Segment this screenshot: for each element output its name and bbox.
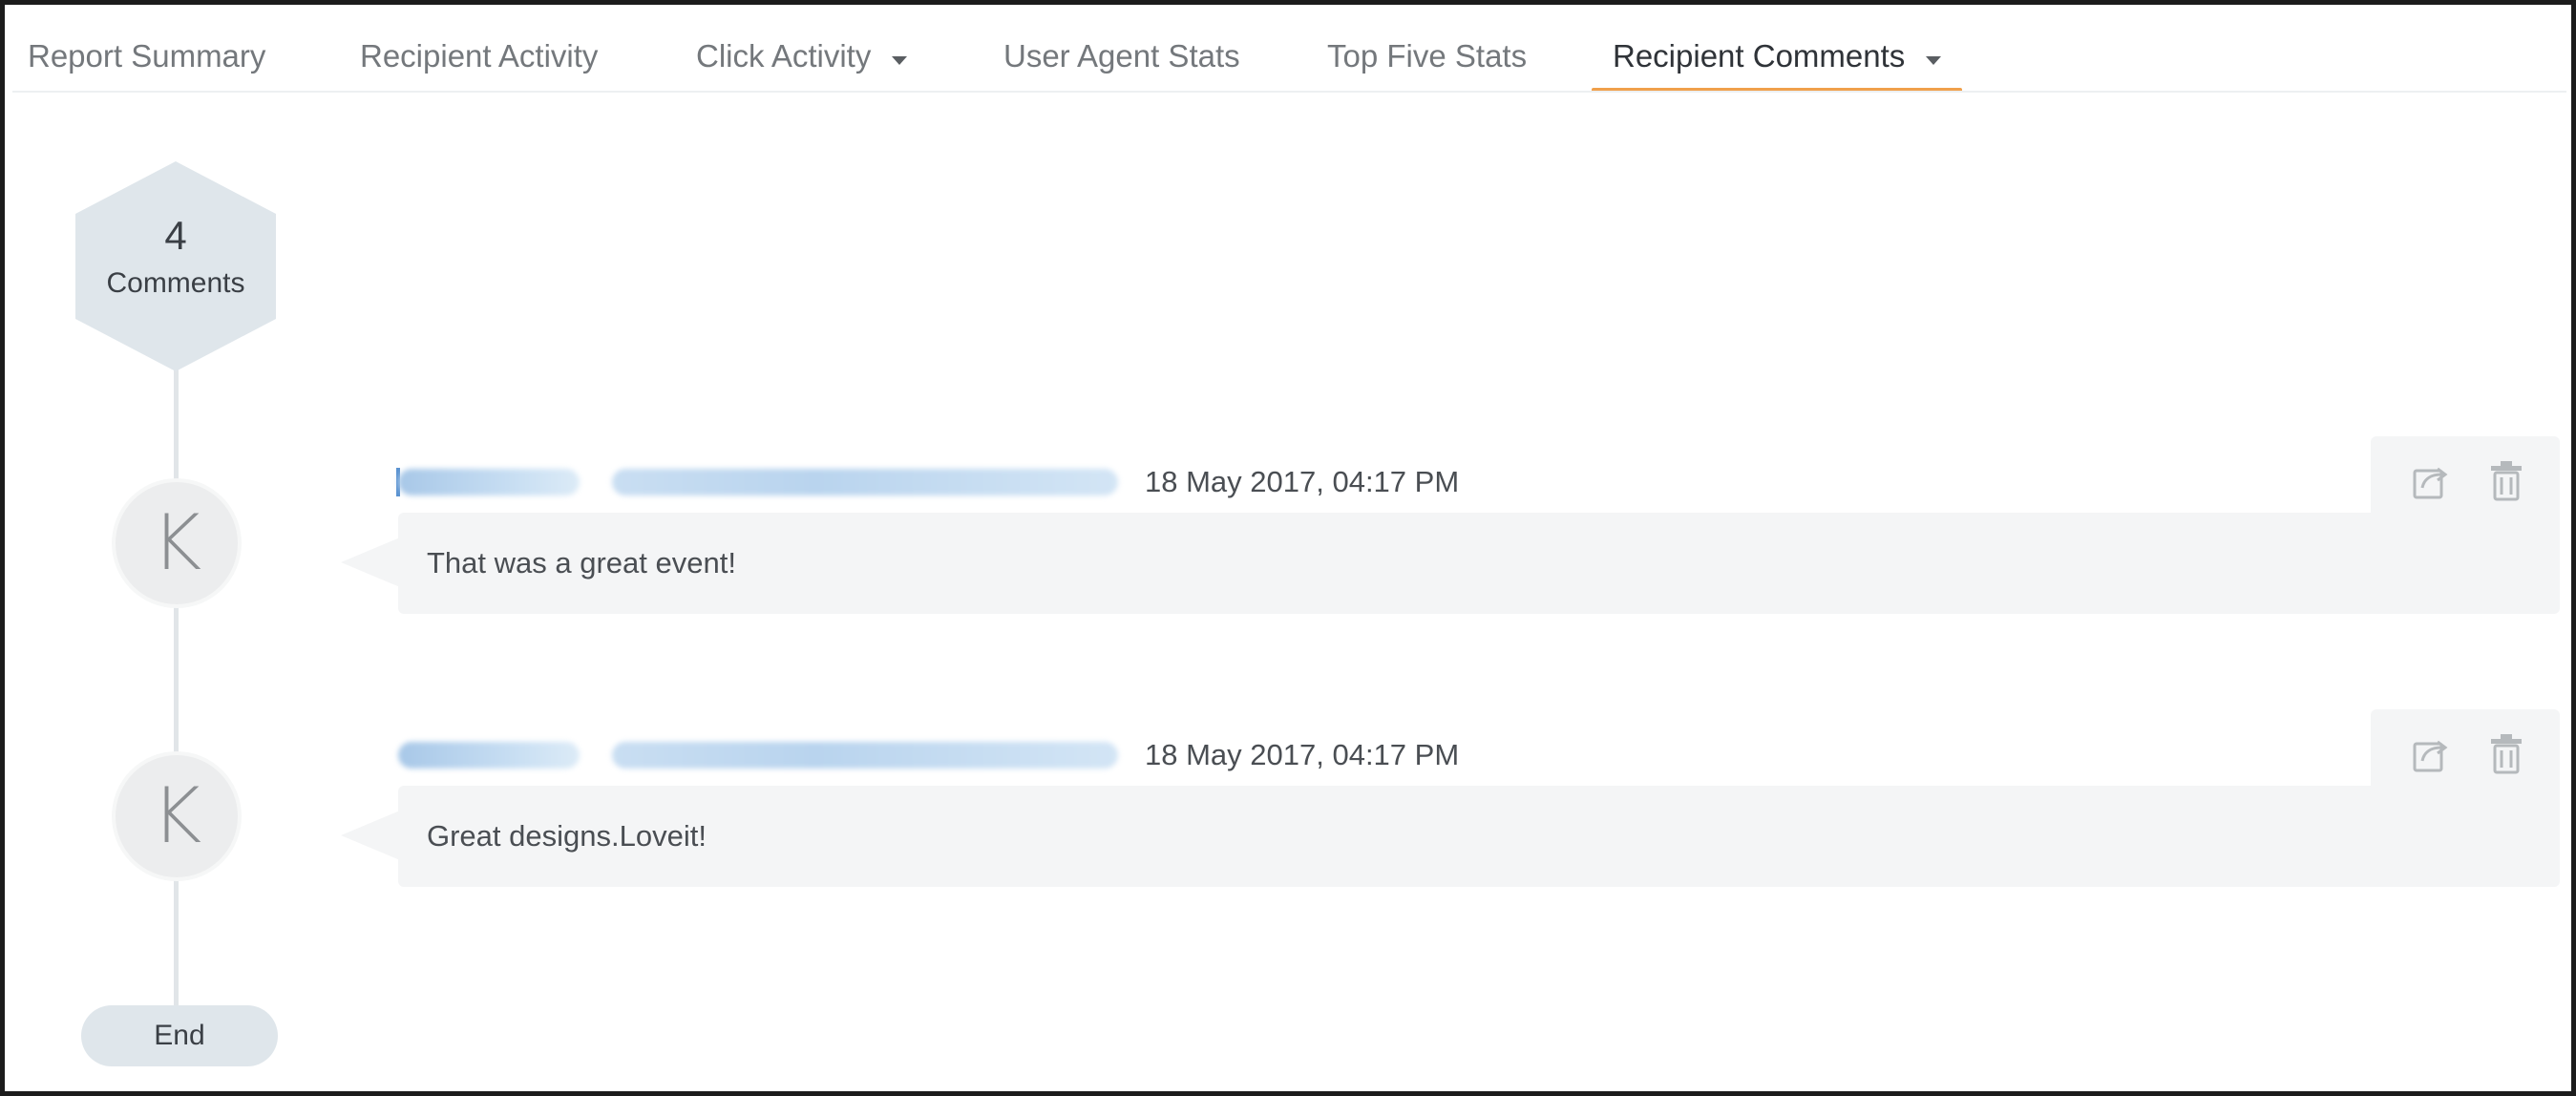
tab-label: Recipient Activity [360, 38, 599, 74]
timeline-end-marker: End [81, 1005, 278, 1066]
comment-actions [2371, 436, 2560, 522]
comment-bubble: Great designs.Loveit! [398, 786, 2560, 887]
comment-text: Great designs.Loveit! [427, 819, 707, 853]
comment-actions [2371, 709, 2560, 795]
commenter-name-redacted [398, 742, 580, 769]
comments-count-hexagon [75, 161, 276, 371]
tab-top-five-stats[interactable]: Top Five Stats [1327, 26, 1527, 87]
commenter-email-redacted [612, 469, 1118, 495]
tab-label: Top Five Stats [1327, 38, 1528, 74]
tabs-divider [12, 91, 2566, 93]
trash-icon[interactable] [2485, 457, 2527, 503]
comment-text: That was a great event! [427, 546, 736, 580]
tab-click-activity[interactable]: Click Activity [696, 26, 908, 87]
tab-label: User Agent Stats [1003, 38, 1240, 74]
chevron-down-icon [892, 55, 908, 65]
tab-recipient-comments[interactable]: Recipient Comments [1592, 26, 1963, 93]
tab-user-agent-stats[interactable]: User Agent Stats [1003, 26, 1240, 87]
comment-date: 18 May 2017, 04:17 PM [1145, 465, 1460, 498]
comment-item: 18 May 2017, 04:17 PM That was a great e… [5, 432, 2576, 614]
commenter-name-redacted [398, 469, 580, 495]
tab-label: Report Summary [28, 38, 266, 74]
comment-bubble: That was a great event! [398, 513, 2560, 614]
comments-count-label: Comments [106, 267, 245, 299]
trash-icon[interactable] [2485, 730, 2527, 776]
comment-item: 18 May 2017, 04:17 PM Great designs.Love… [5, 706, 2576, 887]
share-icon[interactable] [2409, 730, 2451, 776]
report-tabs: Report Summary Recipient Activity Click … [16, 26, 2573, 93]
tab-label: Click Activity [696, 38, 872, 74]
tab-report-summary[interactable]: Report Summary [28, 26, 265, 87]
comments-count: 4 [164, 213, 187, 258]
bubble-pointer [341, 537, 400, 587]
commenter-email-redacted [612, 742, 1118, 769]
comment-date: 18 May 2017, 04:17 PM [1145, 738, 1460, 771]
tab-label: Recipient Comments [1613, 38, 1906, 74]
tab-recipient-activity[interactable]: Recipient Activity [360, 26, 598, 87]
report-frame: Report Summary Recipient Activity Click … [0, 0, 2576, 1096]
share-icon[interactable] [2409, 457, 2451, 503]
bubble-pointer [341, 811, 400, 860]
chevron-down-icon [1926, 55, 1942, 65]
